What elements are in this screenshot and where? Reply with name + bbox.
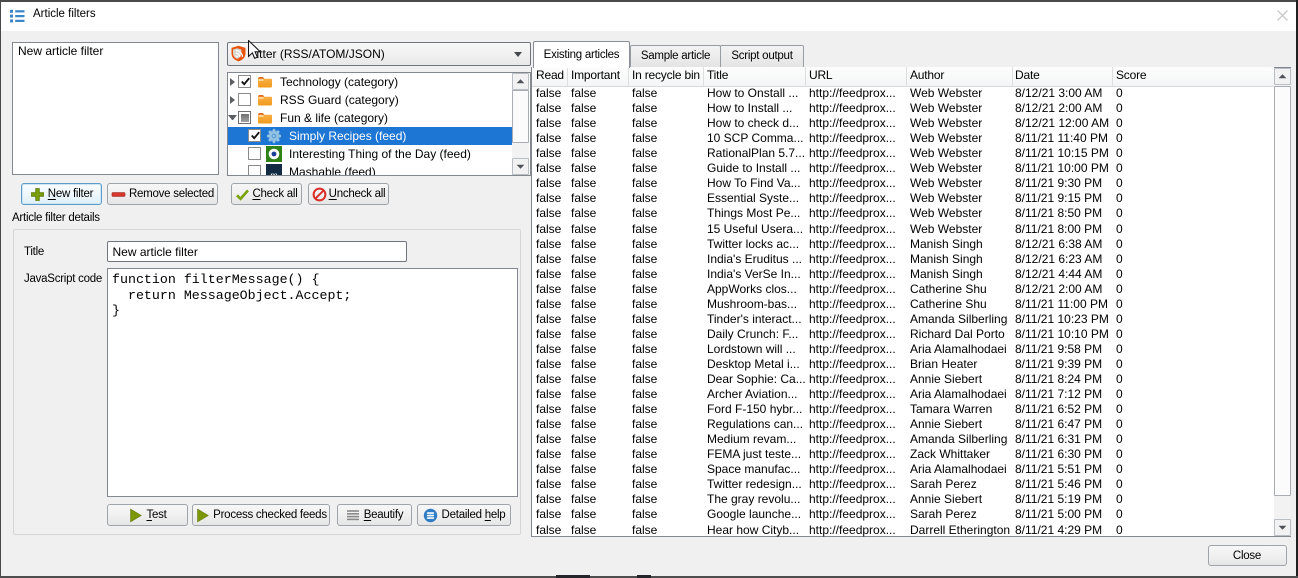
svg-text:m: m [270, 170, 278, 176]
